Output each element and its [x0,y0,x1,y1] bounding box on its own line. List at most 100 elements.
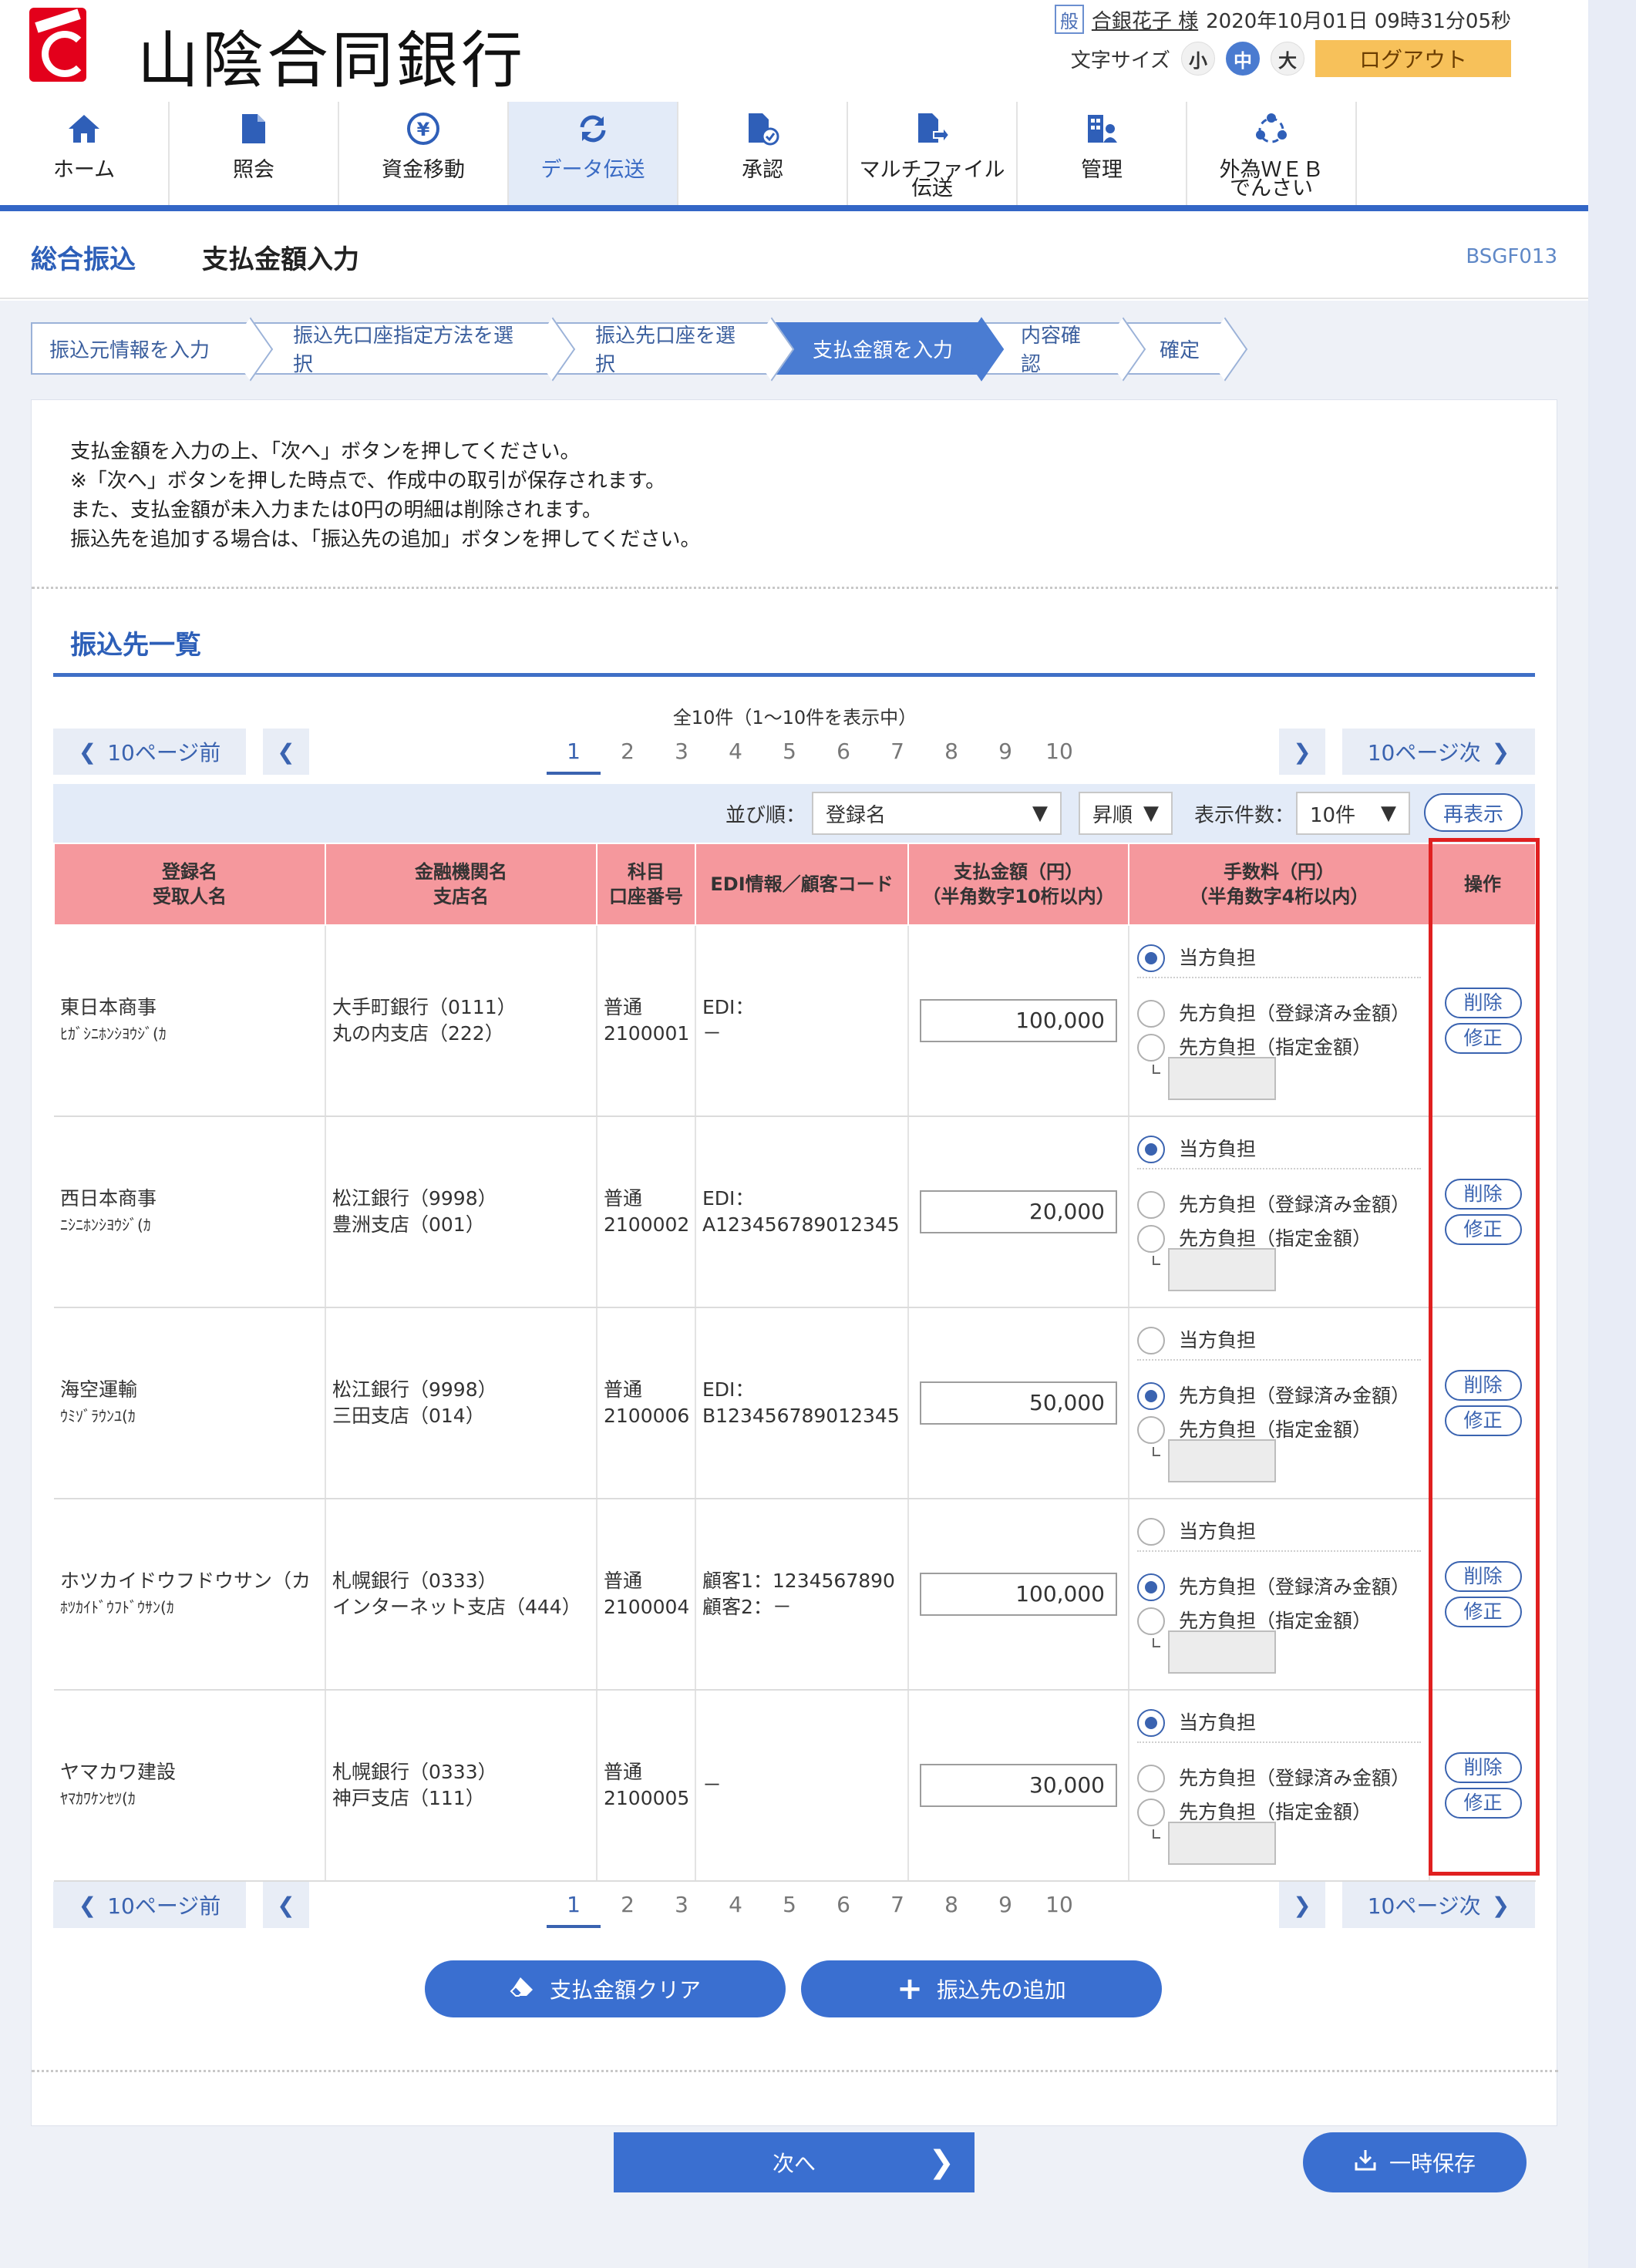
page-8[interactable]: 8 [924,1882,978,1928]
page-4[interactable]: 4 [709,1882,762,1928]
edi-cell: － [695,1690,909,1882]
fee-radio[interactable] [1137,1573,1165,1601]
fee-amount-input[interactable] [1168,1248,1276,1291]
nav-home[interactable]: ホーム [0,102,170,205]
col-name: 登録名 受取人名 [53,843,326,926]
page-2[interactable]: 2 [601,729,655,775]
page-2[interactable]: 2 [601,1882,655,1928]
fee-amount-input[interactable] [1168,1822,1276,1865]
page-9[interactable]: 9 [978,729,1032,775]
fee-amount-input[interactable] [1168,1630,1276,1674]
fee-option[interactable]: 当方負担 [1137,1518,1256,1546]
record-count: 全10件（1～10件を表示中） [672,707,917,729]
recipient-kana: ｳﾐｿﾞﾗｳﾝﾕ(ｶ [60,1407,136,1425]
fee-radio[interactable] [1137,1607,1165,1635]
next-label: 次へ [772,2151,816,2176]
add-payee-button[interactable]: + 振込先の追加 [801,1960,1162,2017]
page-9[interactable]: 9 [978,1882,1032,1928]
page-8[interactable]: 8 [924,729,978,775]
prev-10-pages-button[interactable]: ❮ 10ページ前 [53,729,246,775]
home-icon [66,111,102,146]
page-5[interactable]: 5 [762,729,816,775]
page-1[interactable]: 1 [547,729,601,775]
temporary-save-button[interactable]: 一時保存 [1303,2132,1527,2192]
refresh-icon [575,111,611,146]
nav-approval[interactable]: 承認 [678,102,848,205]
fee-radio[interactable] [1137,1416,1165,1444]
prev-page-button[interactable]: ❮ [263,729,309,775]
fee-radio[interactable] [1137,1000,1165,1028]
page-7[interactable]: 7 [870,1882,924,1928]
fee-radio[interactable] [1137,1225,1165,1253]
amount-input[interactable]: 30,000 [920,1764,1117,1807]
page-3[interactable]: 3 [655,1882,709,1928]
sort-select[interactable]: 登録名 ▼ [812,792,1062,835]
fee-option[interactable]: 当方負担 [1137,1327,1256,1354]
page-5[interactable]: 5 [762,1882,816,1928]
fee-option[interactable]: 先方負担（登録済み金額） [1137,1765,1410,1792]
fee-option[interactable]: 当方負担 [1137,1136,1256,1163]
nav-fund-transfer[interactable]: ¥ 資金移動 [339,102,509,205]
next-button[interactable]: 次へ ❯ [614,2132,975,2192]
fee-radio[interactable] [1137,1518,1165,1546]
nav-admin[interactable]: 管理 [1018,102,1187,205]
next-page-button[interactable]: ❯ [1279,729,1325,775]
nav-inquiry[interactable]: 照会 [170,102,339,205]
next-10-pages-button[interactable]: 10ページ次 ❯ [1342,1882,1535,1928]
amount-input[interactable]: 50,000 [920,1381,1117,1425]
fee-amount-input[interactable] [1168,1057,1276,1100]
amount-input[interactable]: 100,000 [920,1573,1117,1616]
next-10-pages-button[interactable]: 10ページ次 ❯ [1342,729,1535,775]
edi-line-1: EDI： [702,996,755,1018]
fee-option[interactable]: 先方負担（登録済み金額） [1137,1000,1410,1028]
scrollbar-track[interactable] [1590,0,1636,2268]
fee-radio[interactable] [1137,1799,1165,1826]
col-name-1: 登録名 [162,861,217,883]
fee-amount-input[interactable] [1168,1439,1276,1482]
fee-option[interactable]: 先方負担（登録済み金額） [1137,1573,1410,1601]
redisplay-button[interactable]: 再表示 [1424,793,1523,832]
clear-amounts-button[interactable]: 支払金額クリア [425,1960,786,2017]
table-row: 東日本商事 ﾋｶﾞｼﾆﾎﾝｼﾖｳｼﾞ(ｶ 大手町銀行（0111） 丸の内支店（222）… [54,925,1536,1117]
fee-option[interactable]: 当方負担 [1137,1709,1256,1737]
page-1[interactable]: 1 [547,1882,601,1928]
fee-radio[interactable] [1137,1382,1165,1410]
fee-radio[interactable] [1137,944,1165,972]
fee-option[interactable]: 先方負担（登録済み金額） [1137,1191,1410,1219]
document-icon [236,111,271,146]
fee-radio[interactable] [1137,1765,1165,1792]
font-size-large-button[interactable]: 大 [1271,42,1304,76]
payee-table: 登録名 受取人名 金融機関名 支店名 科目 口座番号 EDI情報／顧客コード 支払金額… [53,843,1537,1882]
font-size-medium-button[interactable]: 中 [1226,42,1260,76]
page-numbers: 1 2 3 4 5 6 7 8 9 10 [547,729,1086,775]
display-count-select[interactable]: 10件 ▼ [1296,792,1410,835]
font-size-small-button[interactable]: 小 [1181,42,1215,76]
logout-button[interactable]: ログアウト [1315,40,1511,77]
user-name-link[interactable]: 合銀花子 様 [1092,5,1198,34]
amount-input[interactable]: 100,000 [920,999,1117,1042]
fee-option[interactable]: 先方負担（登録済み金額） [1137,1382,1410,1410]
next-page-button[interactable]: ❯ [1279,1882,1325,1928]
nav-multifile-label2: 伝送 [911,177,953,200]
fee-option[interactable]: 当方負担 [1137,944,1256,972]
page-7[interactable]: 7 [870,729,924,775]
nav-multifile-transmission[interactable]: マルチファイル 伝送 [848,102,1018,205]
fee-radio[interactable] [1137,1327,1165,1354]
page-4[interactable]: 4 [709,729,762,775]
nav-data-transmission[interactable]: データ伝送 [509,102,678,205]
order-select[interactable]: 昇順 ▼ [1079,792,1173,835]
page-10[interactable]: 10 [1032,1882,1086,1928]
account-cell: 普通 2100006 [597,1307,696,1499]
prev-page-button[interactable]: ❮ [263,1882,309,1928]
amount-input[interactable]: 20,000 [920,1190,1117,1233]
fee-radio[interactable] [1137,1136,1165,1163]
page-3[interactable]: 3 [655,729,709,775]
page-6[interactable]: 6 [816,729,870,775]
fee-radio[interactable] [1137,1709,1165,1737]
page-6[interactable]: 6 [816,1882,870,1928]
fee-radio[interactable] [1137,1034,1165,1062]
page-10[interactable]: 10 [1032,729,1086,775]
nav-foreign-exchange[interactable]: 外為ＷＥＢ でんさい [1187,102,1357,205]
prev-10-pages-button[interactable]: ❮ 10ページ前 [53,1882,246,1928]
fee-radio[interactable] [1137,1191,1165,1219]
